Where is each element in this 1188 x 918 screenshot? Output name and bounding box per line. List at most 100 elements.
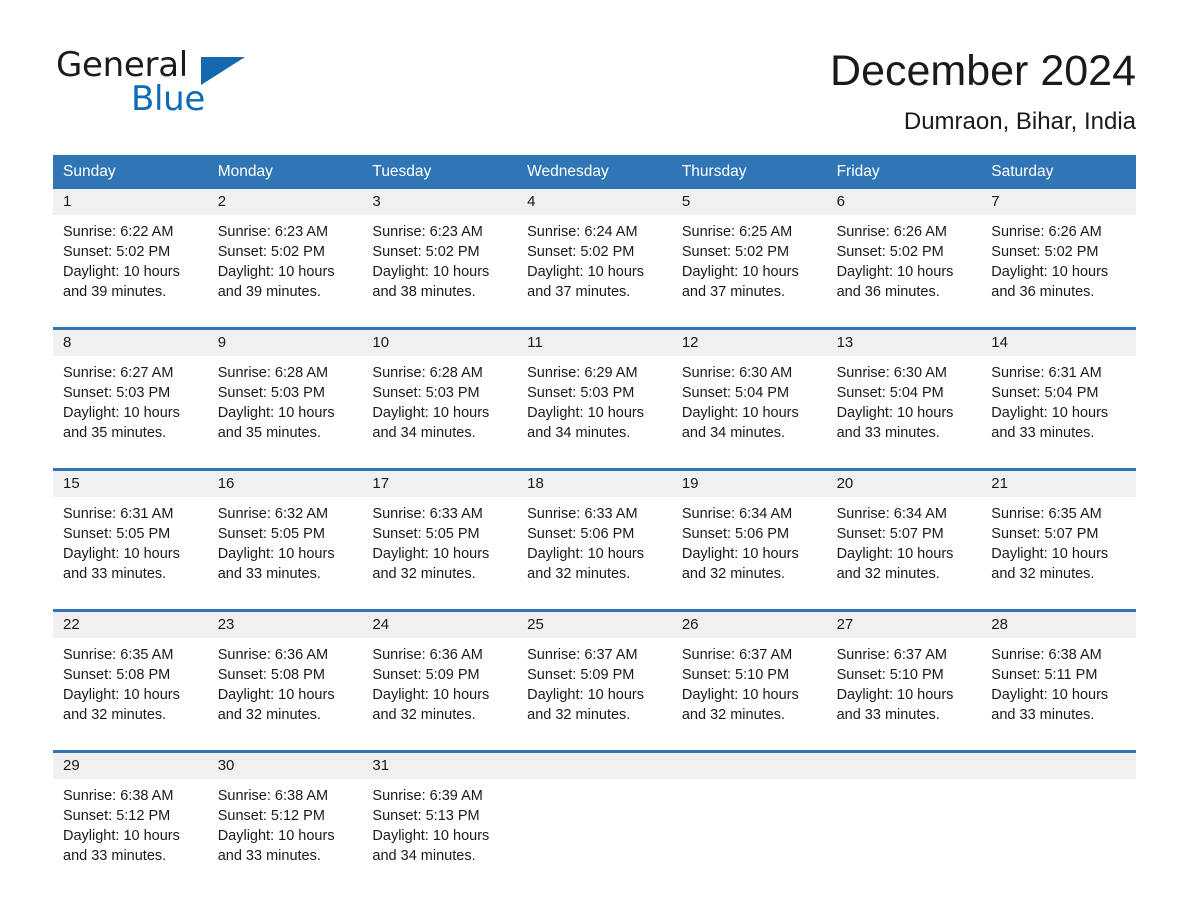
day-number[interactable]: 11 (517, 330, 672, 356)
day-number[interactable]: 20 (827, 471, 982, 497)
sunrise-text: Sunrise: 6:38 AM (217, 788, 329, 804)
daylight-text: Daylight: 10 hours and 33 minutes. (991, 405, 1109, 441)
day-number[interactable]: 1 (53, 189, 208, 215)
week-date-band: 8 9 10 11 12 13 14 (53, 330, 1136, 356)
day-cell[interactable]: Sunrise: 6:38 AM Sunset: 5:11 PM Daylight:… (981, 638, 1136, 738)
day-cell[interactable]: Sunrise: 6:36 AM Sunset: 5:08 PM Daylight:… (208, 638, 363, 738)
day-cell[interactable] (517, 779, 672, 879)
sunset-text: Sunset: 5:07 PM (991, 526, 1099, 542)
day-cell[interactable]: Sunrise: 6:39 AM Sunset: 5:13 PM Daylight:… (362, 779, 517, 879)
day-number[interactable]: 4 (517, 189, 672, 215)
general-blue-logo[interactable]: General Blue (54, 45, 304, 125)
day-cell[interactable]: Sunrise: 6:34 AM Sunset: 5:06 PM Daylight:… (672, 497, 827, 597)
day-cell[interactable]: Sunrise: 6:38 AM Sunset: 5:12 PM Daylight:… (208, 779, 363, 879)
day-cell[interactable]: Sunrise: 6:35 AM Sunset: 5:08 PM Daylight:… (53, 638, 208, 738)
day-cell[interactable]: Sunrise: 6:31 AM Sunset: 5:04 PM Daylight:… (981, 356, 1136, 456)
day-number[interactable]: 31 (362, 753, 517, 779)
sunrise-text: Sunrise: 6:38 AM (63, 788, 174, 804)
calendar-table: Sunday Monday Tuesday Wednesday Thursday… (53, 155, 1136, 879)
day-number[interactable]: 17 (362, 471, 517, 497)
day-number[interactable]: 25 (517, 612, 672, 638)
day-number[interactable]: 21 (981, 471, 1136, 497)
dow-friday: Friday (836, 163, 880, 180)
day-number[interactable]: 18 (517, 471, 672, 497)
week-date-band: 22 23 24 25 26 27 28 (53, 612, 1136, 638)
sunrise-text: Sunrise: 6:35 AM (63, 647, 174, 663)
day-cell[interactable]: Sunrise: 6:23 AM Sunset: 5:02 PM Daylight:… (208, 215, 363, 315)
day-cell[interactable]: Sunrise: 6:22 AM Sunset: 5:02 PM Daylight:… (53, 215, 208, 315)
week-detail-row: Sunrise: 6:31 AM Sunset: 5:05 PM Daylight:… (53, 497, 1136, 597)
day-cell[interactable]: Sunrise: 6:36 AM Sunset: 5:09 PM Daylight:… (362, 638, 517, 738)
logo-triangle-icon (201, 57, 245, 85)
day-cell[interactable]: Sunrise: 6:35 AM Sunset: 5:07 PM Daylight:… (981, 497, 1136, 597)
dow-tuesday: Tuesday (372, 163, 432, 180)
sunset-text: Sunset: 5:05 PM (63, 526, 171, 542)
page-header: General Blue December 2024 Dumraon, Biha… (0, 0, 1188, 137)
day-number[interactable] (827, 753, 982, 779)
day-number[interactable]: 7 (981, 189, 1136, 215)
daylight-text: Daylight: 10 hours and 33 minutes. (836, 687, 954, 723)
day-cell[interactable]: Sunrise: 6:33 AM Sunset: 5:05 PM Daylight:… (362, 497, 517, 597)
day-number[interactable]: 5 (672, 189, 827, 215)
day-number[interactable]: 29 (53, 753, 208, 779)
day-number[interactable]: 13 (827, 330, 982, 356)
day-number[interactable]: 3 (362, 189, 517, 215)
day-number[interactable]: 8 (53, 330, 208, 356)
day-cell[interactable]: Sunrise: 6:28 AM Sunset: 5:03 PM Daylight:… (208, 356, 363, 456)
day-cell[interactable]: Sunrise: 6:23 AM Sunset: 5:02 PM Daylight:… (362, 215, 517, 315)
day-number[interactable] (981, 753, 1136, 779)
day-cell[interactable]: Sunrise: 6:29 AM Sunset: 5:03 PM Daylight:… (517, 356, 672, 456)
day-cell[interactable] (981, 779, 1136, 879)
sunset-text: Sunset: 5:03 PM (527, 385, 635, 401)
day-number[interactable]: 12 (672, 330, 827, 356)
day-cell[interactable] (672, 779, 827, 879)
day-cell[interactable]: Sunrise: 6:38 AM Sunset: 5:12 PM Daylight:… (53, 779, 208, 879)
daylight-text: Daylight: 10 hours and 37 minutes. (681, 264, 799, 300)
day-number[interactable]: 16 (208, 471, 363, 497)
week-detail-row: Sunrise: 6:22 AM Sunset: 5:02 PM Daylight:… (53, 215, 1136, 315)
day-cell[interactable]: Sunrise: 6:30 AM Sunset: 5:04 PM Daylight:… (672, 356, 827, 456)
day-number[interactable]: 10 (362, 330, 517, 356)
calendar-week-row: 22 23 24 25 26 27 28 Sunrise: 6:35 AM Sunset: 5:… (53, 609, 1136, 738)
day-number[interactable]: 24 (362, 612, 517, 638)
day-number[interactable]: 15 (53, 471, 208, 497)
week-date-band: 1234567 (53, 189, 1136, 215)
day-cell[interactable]: Sunrise: 6:32 AM Sunset: 5:05 PM Daylight:… (208, 497, 363, 597)
daylight-text: Daylight: 10 hours and 32 minutes. (527, 546, 645, 582)
day-number[interactable]: 26 (672, 612, 827, 638)
day-cell[interactable]: Sunrise: 6:28 AM Sunset: 5:03 PM Daylight:… (362, 356, 517, 456)
day-number[interactable]: 19 (672, 471, 827, 497)
day-number[interactable]: 14 (981, 330, 1136, 356)
day-cell[interactable]: Sunrise: 6:27 AM Sunset: 5:03 PM Daylight:… (53, 356, 208, 456)
day-number[interactable]: 23 (208, 612, 363, 638)
sunset-text: Sunset: 5:02 PM (991, 244, 1099, 260)
sunrise-text: Sunrise: 6:35 AM (991, 506, 1102, 522)
dow-wednesday: Wednesday (527, 163, 609, 180)
day-number[interactable] (672, 753, 827, 779)
day-cell[interactable]: Sunrise: 6:24 AM Sunset: 5:02 PM Daylight:… (517, 215, 672, 315)
day-number[interactable]: 2 (208, 189, 363, 215)
calendar-page: General Blue December 2024 Dumraon, Biha… (0, 0, 1188, 918)
day-number[interactable]: 22 (53, 612, 208, 638)
day-cell[interactable]: Sunrise: 6:30 AM Sunset: 5:04 PM Daylight:… (827, 356, 982, 456)
day-number[interactable]: 30 (208, 753, 363, 779)
day-cell[interactable]: Sunrise: 6:37 AM Sunset: 5:10 PM Daylight:… (827, 638, 982, 738)
day-cell[interactable]: Sunrise: 6:37 AM Sunset: 5:09 PM Daylight:… (517, 638, 672, 738)
day-cell[interactable]: Sunrise: 6:33 AM Sunset: 5:06 PM Daylight:… (517, 497, 672, 597)
calendar-week-row: 1 2 3 4 5 6 7 Sunrise: 6:22 AM Sunset: 5:02 PM Da… (53, 189, 1136, 315)
day-number[interactable]: 9 (208, 330, 363, 356)
daylight-text: Daylight: 10 hours and 36 minutes. (991, 264, 1109, 300)
day-cell[interactable]: Sunrise: 6:26 AM Sunset: 5:02 PM Daylight:… (981, 215, 1136, 315)
day-number[interactable]: 27 (827, 612, 982, 638)
day-cell[interactable]: Sunrise: 6:26 AM Sunset: 5:02 PM Daylight:… (827, 215, 982, 315)
day-cell[interactable]: Sunrise: 6:25 AM Sunset: 5:02 PM Daylight:… (672, 215, 827, 315)
day-cell[interactable] (827, 779, 982, 879)
day-cell[interactable]: Sunrise: 6:31 AM Sunset: 5:05 PM Daylight:… (53, 497, 208, 597)
day-cell[interactable]: Sunrise: 6:34 AM Sunset: 5:07 PM Daylight:… (827, 497, 982, 597)
sunrise-text: Sunrise: 6:33 AM (372, 506, 483, 522)
day-number[interactable] (517, 753, 672, 779)
day-number[interactable]: 28 (981, 612, 1136, 638)
day-cell[interactable]: Sunrise: 6:37 AM Sunset: 5:10 PM Daylight:… (672, 638, 827, 738)
day-number[interactable]: 6 (827, 189, 982, 215)
sunrise-text: Sunrise: 6:36 AM (217, 647, 329, 663)
